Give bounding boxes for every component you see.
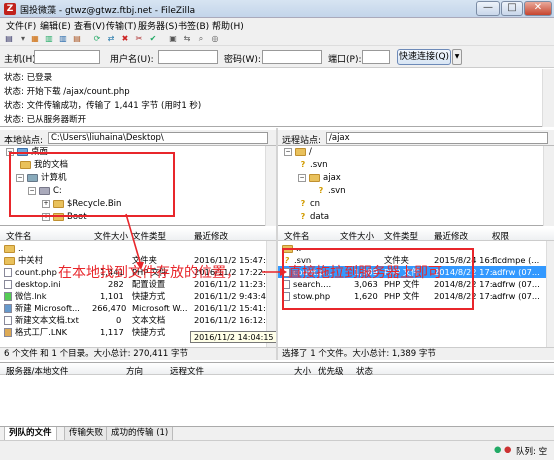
annotation-right-text: 直接拖拉到服务器上即可 bbox=[288, 265, 442, 281]
annotation-left-text: 在本地找到文件存放的位置， bbox=[58, 265, 240, 281]
annotation-arrows bbox=[125, 213, 287, 276]
